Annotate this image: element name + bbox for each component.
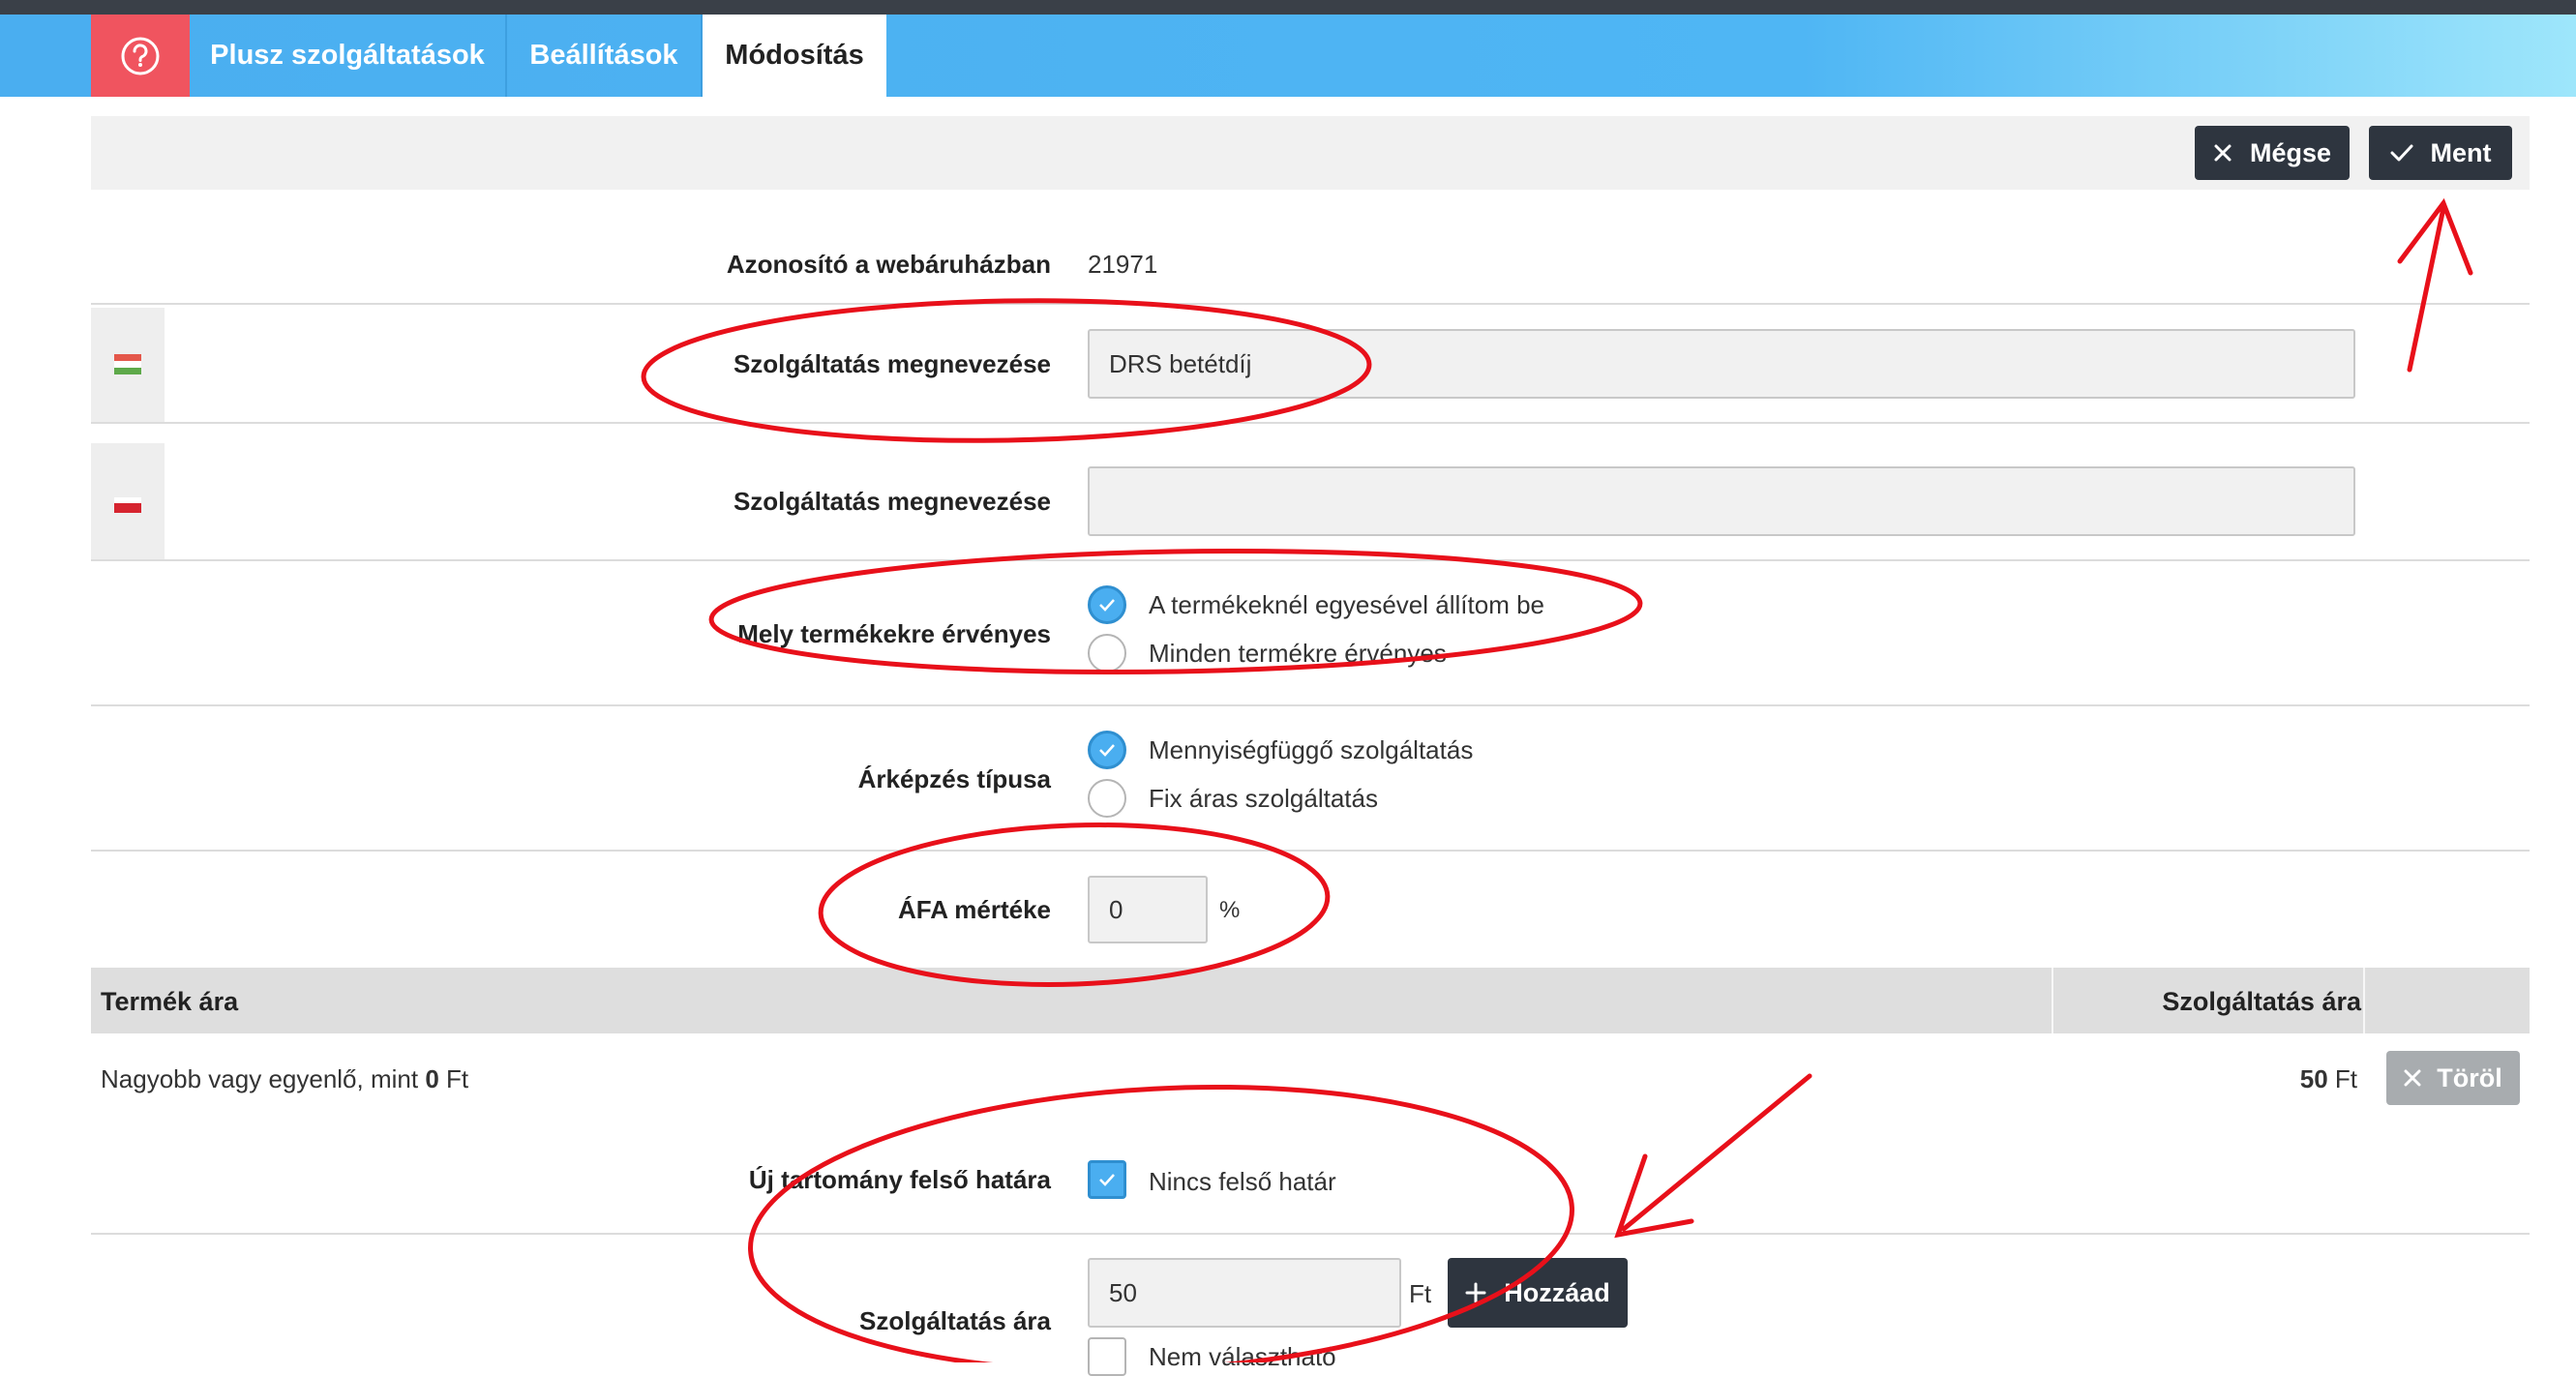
currency-label: Ft [1409,1279,1432,1308]
pricing-type-label: Árképzés típusa [857,764,1051,793]
annotation-overlay [641,197,2473,1362]
divider [91,422,2530,424]
annotation-arrow-save [2397,197,2473,373]
not-selectable-checkbox[interactable] [1088,1337,1126,1376]
check-icon [1099,744,1115,757]
check-icon [1099,599,1115,612]
add-label: Hozzáad [1504,1277,1610,1307]
save-label: Ment [2430,137,2492,167]
plus-icon [1465,1282,1486,1303]
option-fixed-price: Fix áras szolgáltatás [1149,784,1378,813]
close-icon [2404,1069,2421,1087]
radio-all-products[interactable] [1088,634,1126,673]
service-name-input-hu[interactable]: DRS betétdíj [1088,329,2355,399]
radio-fixed-price[interactable] [1088,779,1126,818]
service-amount: 50 [2299,1064,2328,1093]
second-language-flag-icon [114,497,141,513]
action-toolbar [91,116,2530,190]
vat-rate-label: ÁFA mértéke [898,895,1051,924]
delete-label: Töröl [2437,1062,2502,1092]
service-name-input-2[interactable] [1088,466,2355,536]
help-button[interactable] [91,15,190,97]
col-divider [2363,968,2365,1033]
check-icon [1099,1174,1115,1186]
new-service-price-label: Szolgáltatás ára [859,1306,1051,1335]
divider [91,1233,2530,1235]
option-per-product: A termékeknél egyesével állítom be [1149,590,1544,619]
question-circle-icon [121,37,160,75]
hungarian-flag-icon [114,354,141,374]
id-value: 21971 [1088,250,1158,279]
option-quantity-based: Mennyiségfüggő szolgáltatás [1149,735,1474,764]
id-label: Azonosító a webáruházban [726,250,1051,279]
condition-unit: Ft [438,1064,469,1093]
row-service-price: 50 Ft [2129,1064,2357,1094]
divider [91,303,2530,305]
not-selectable-label: Nem választható [1149,1342,1336,1371]
tab-plus-services[interactable]: Plusz szolgáltatások [190,15,507,97]
service-name-label-hu: Szolgáltatás megnevezése [733,349,1051,378]
divider [91,559,2530,561]
tab-edit[interactable]: Módosítás [703,15,886,97]
applies-to-label: Mely termékekre érvényes [737,619,1051,648]
close-icon [2214,144,2232,162]
no-upper-limit-label: Nincs felső határ [1149,1167,1336,1196]
price-range-condition: Nagyobb vagy egyenlő, mint 0 Ft [101,1064,468,1094]
option-all-products: Minden termékre érvényes [1149,639,1447,668]
radio-quantity-based[interactable] [1088,731,1126,769]
cancel-label: Mégse [2249,137,2332,167]
cancel-button[interactable]: Mégse [2195,126,2350,180]
no-upper-limit-checkbox[interactable] [1088,1160,1126,1199]
divider [91,704,2530,706]
service-name-label-2: Szolgáltatás megnevezése [733,487,1051,516]
tab-settings[interactable]: Beállítások [507,15,703,97]
check-icon [2390,144,2412,162]
col-service-price: Szolgáltatás ára [2162,987,2361,1016]
radio-per-product[interactable] [1088,585,1126,624]
divider [91,850,2530,852]
vat-rate-input[interactable]: 0 [1088,876,1208,943]
new-range-upper-label: Új tartomány felső határa [748,1165,1051,1194]
annotation-arrow-add [1614,1073,1812,1239]
add-range-button[interactable]: Hozzáad [1448,1258,1628,1328]
save-button[interactable]: Ment [2369,126,2512,180]
delete-row-button[interactable]: Töröl [2386,1051,2520,1105]
service-unit: Ft [2327,1064,2357,1093]
condition-amount: 0 [425,1064,439,1093]
condition-prefix: Nagyobb vagy egyenlő, mint [101,1064,426,1093]
new-service-price-input[interactable]: 50 [1088,1258,1401,1328]
col-product-price: Termék ára [101,987,239,1016]
vat-unit: % [1219,897,1241,923]
window-top-strip [0,0,2576,15]
